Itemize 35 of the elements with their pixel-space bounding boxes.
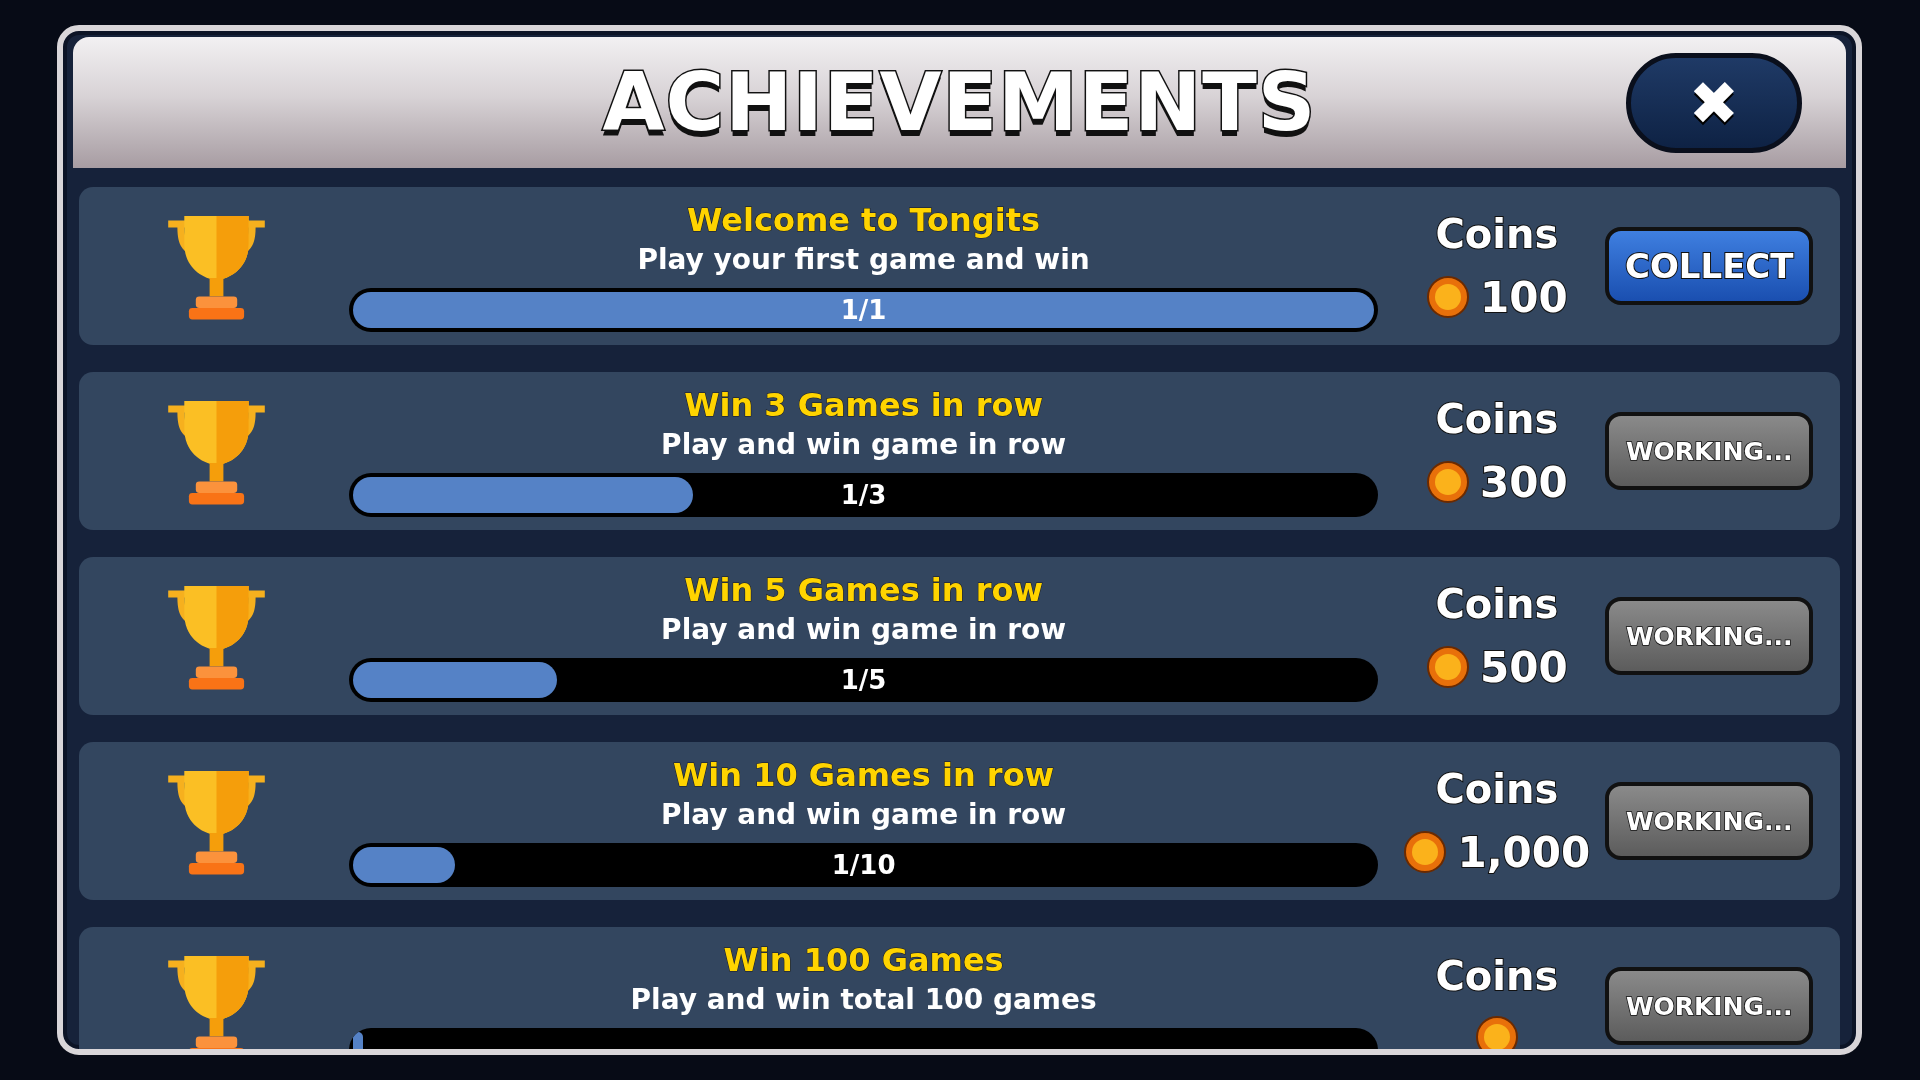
status-button[interactable]: WORKING...	[1605, 782, 1813, 860]
reward-amount: 300	[1480, 457, 1568, 507]
achievement-description: Play and win game in row	[661, 612, 1067, 646]
reward-label: Coins	[1435, 953, 1559, 999]
achievement-description: Play and win game in row	[661, 797, 1067, 831]
status-button[interactable]: WORKING...	[1605, 597, 1813, 675]
achievement-title: Win 100 Games	[723, 940, 1004, 979]
reward-amount: 100	[1480, 272, 1568, 322]
status-button[interactable]: WORKING...	[1605, 967, 1813, 1045]
achievement-title: Win 3 Games in row	[684, 385, 1044, 424]
close-button[interactable]: ✖	[1626, 53, 1802, 153]
panel-title: ACHIEVEMENTS	[602, 56, 1317, 149]
status-button[interactable]: WORKING...	[1605, 412, 1813, 490]
coin-icon	[1403, 830, 1448, 874]
achievement-title: Welcome to Tongits	[687, 200, 1041, 239]
reward-label: Coins	[1435, 765, 1559, 812]
reward-amount: 1,000	[1457, 827, 1591, 877]
coin-icon	[1474, 1015, 1519, 1049]
reward-amount: 500	[1480, 642, 1568, 692]
progress-label: 1/3	[839, 478, 888, 512]
progress-label: 1/5	[839, 663, 888, 697]
achievement-description: Play and win game in row	[661, 427, 1067, 461]
coin-icon	[1426, 275, 1470, 319]
progress-label: 1/10	[830, 848, 897, 882]
reward-label: Coins	[1435, 210, 1559, 257]
coin-icon	[1426, 645, 1470, 689]
collect-button[interactable]: COLLECT	[1605, 227, 1813, 305]
coin-icon	[1426, 460, 1470, 504]
achievement-description: Play your first game and win	[637, 242, 1090, 276]
achievement-title: Win 10 Games in row	[673, 755, 1055, 794]
reward-label: Coins	[1435, 395, 1559, 442]
achievement-description: Play and win total 100 games	[630, 982, 1097, 1016]
achievement-title: Win 5 Games in row	[684, 570, 1044, 609]
progress-label: 1/1	[839, 293, 888, 327]
reward-label: Coins	[1435, 580, 1559, 627]
